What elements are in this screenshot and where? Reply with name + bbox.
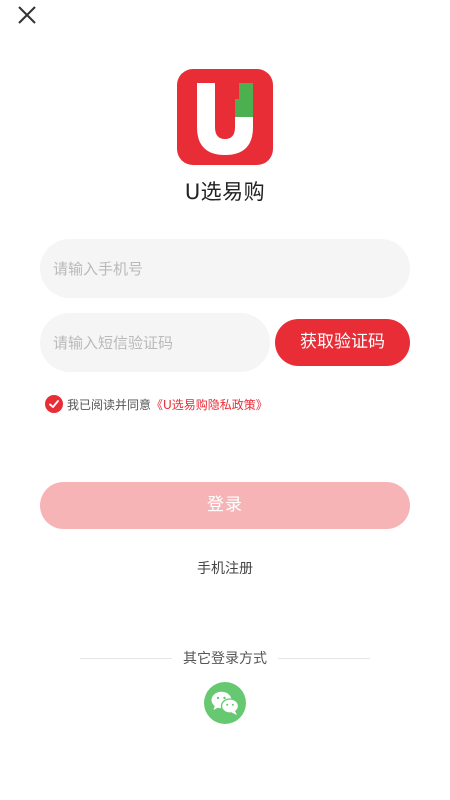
privacy-policy-link[interactable]: 《U选易购隐私政策》 — [151, 396, 268, 413]
agreement-checkbox[interactable] — [45, 395, 63, 413]
app-logo — [177, 69, 273, 165]
other-login-label: 其它登录方式 — [183, 651, 267, 667]
sms-code-input[interactable] — [40, 313, 270, 372]
close-icon — [18, 6, 36, 24]
phone-input[interactable] — [40, 239, 410, 298]
agreement-text: 我已阅读并同意 — [67, 397, 152, 412]
login-button[interactable]: 登录 — [40, 482, 410, 529]
get-code-button[interactable]: 获取验证码 — [275, 319, 410, 366]
close-button[interactable] — [14, 2, 40, 28]
login-page: U选易购 获取验证码 我已阅读并同意 《U选易购隐私政策》 登录 手机注册 其它… — [0, 0, 450, 800]
agreement-row: 我已阅读并同意 《U选易购隐私政策》 — [45, 394, 268, 414]
wechat-icon — [211, 691, 240, 715]
wechat-login-button[interactable] — [204, 682, 246, 724]
checkmark-icon — [49, 400, 59, 408]
phone-register-link[interactable]: 手机注册 — [197, 561, 253, 577]
app-name: U选易购 — [184, 180, 266, 204]
register-row: 手机注册 — [0, 558, 450, 578]
